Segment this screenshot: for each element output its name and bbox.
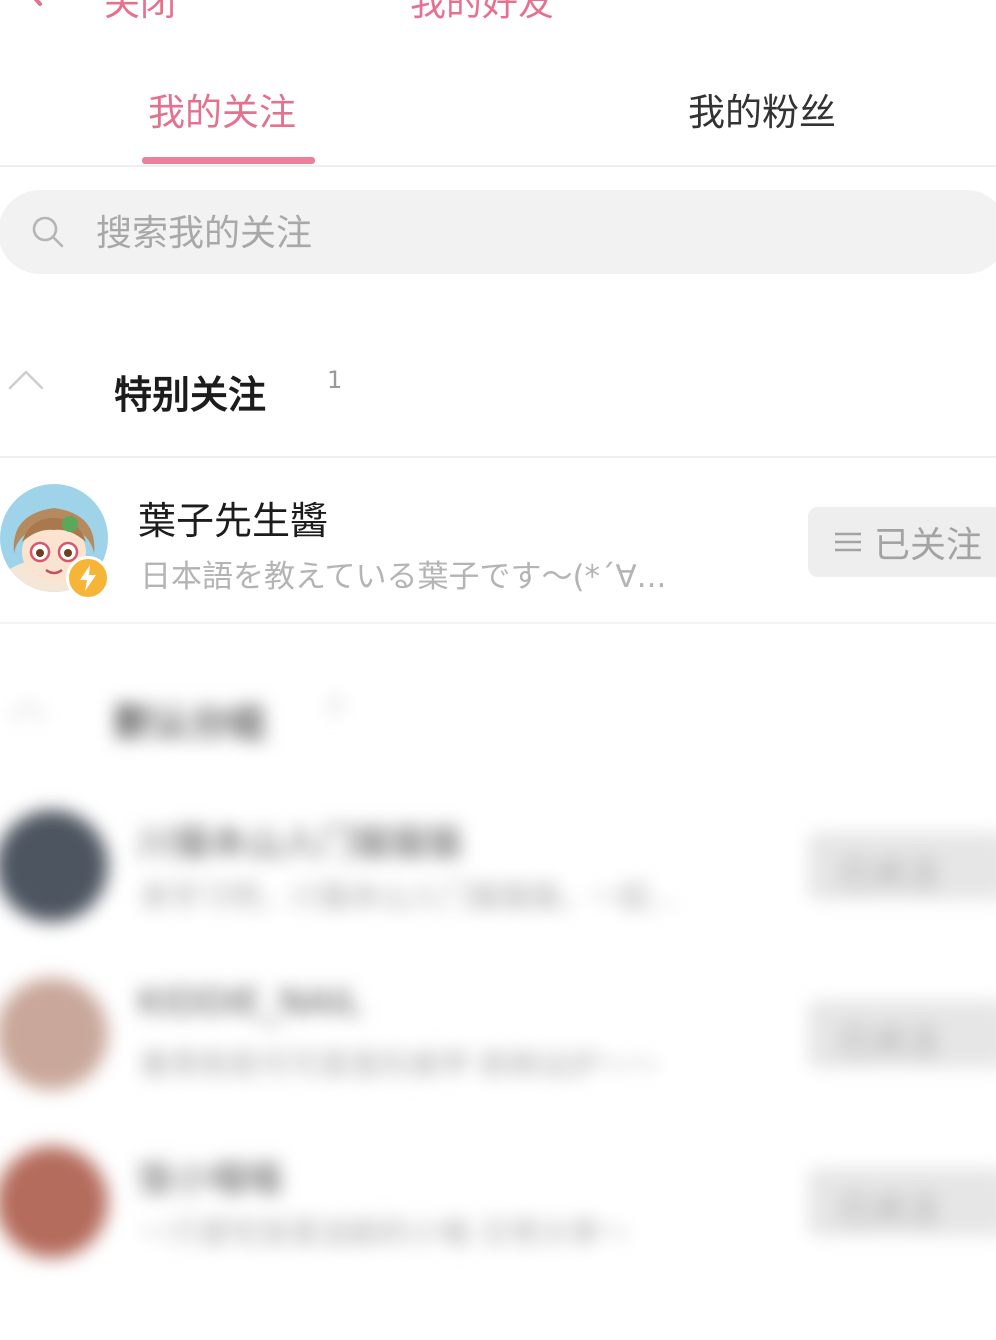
- followed-label: 已关注: [838, 1190, 940, 1230]
- special-follow-count: 1: [327, 366, 343, 394]
- user-bio: 来学习吧，川猫本山人门猫猫猫，一起...: [140, 880, 679, 915]
- user-avatar[interactable]: [0, 1146, 108, 1258]
- search-icon: [32, 216, 64, 248]
- user-avatar[interactable]: [0, 978, 108, 1090]
- followed-label: 已关注: [838, 854, 940, 894]
- followed-label: 已关注: [838, 1022, 940, 1062]
- list-item[interactable]: KIDDIE_NAIL 春季新款可可爱爱的美甲 新鲜出炉～～ 已关注: [0, 978, 996, 1118]
- user-bio: 日本語を教えている葉子です～(*´∀...: [140, 559, 667, 595]
- user-name: KIDDIE_NAIL: [138, 982, 362, 1023]
- active-tab-indicator: [142, 157, 315, 164]
- user-name: 饭小喵喵: [138, 1159, 283, 1200]
- user-avatar[interactable]: [0, 810, 108, 922]
- default-group-count: 7: [327, 694, 343, 722]
- blurred-following-list: 默认分组 7 川猫本山人门猫猫猫 来学习吧，川猫本山人门猫猫猫，一起... 已关…: [0, 640, 996, 1340]
- page-title: 我的好友: [410, 0, 555, 24]
- chevron-up-icon[interactable]: [8, 368, 44, 392]
- default-group-title: 默认分组: [114, 701, 267, 745]
- menu-icon: [835, 532, 861, 552]
- tab-following[interactable]: 我的关注: [148, 82, 296, 136]
- followed-button[interactable]: 已关注: [808, 507, 996, 577]
- search-input[interactable]: [96, 206, 796, 260]
- followed-button[interactable]: 已关注: [808, 1000, 996, 1068]
- followed-button[interactable]: 已关注: [808, 1168, 996, 1236]
- tab-fans[interactable]: 我的粉丝: [688, 82, 836, 136]
- back-arrow-icon[interactable]: [10, 0, 58, 10]
- list-item[interactable]: 饭小喵喵 一只爱吃饭爱追剧的小喵 日常分享～ 已关注: [0, 1146, 996, 1286]
- special-follow-title: 特别关注: [114, 373, 267, 417]
- followed-label: 已关注: [874, 525, 983, 566]
- tab-divider: [0, 165, 996, 167]
- user-bio: 一只爱吃饭爱追剧的小喵 日常分享～: [140, 1216, 630, 1251]
- user-name: 川猫本山人门猫猫猫: [138, 823, 463, 864]
- followed-button[interactable]: 已关注: [808, 832, 996, 900]
- user-bio: 春季新款可可爱爱的美甲 新鲜出炉～～: [140, 1048, 660, 1083]
- row-divider: [0, 622, 996, 624]
- list-item[interactable]: 川猫本山人门猫猫猫 来学习吧，川猫本山人门猫猫猫，一起... 已关注: [0, 810, 996, 950]
- top-nav-bar: 关闭 我的好友: [0, 0, 996, 40]
- chevron-up-icon[interactable]: [8, 700, 48, 724]
- back-button[interactable]: 关闭: [104, 0, 176, 26]
- section-divider: [0, 456, 996, 458]
- user-name: 葉子先生醬: [138, 499, 329, 543]
- lightning-badge-icon: [66, 556, 110, 600]
